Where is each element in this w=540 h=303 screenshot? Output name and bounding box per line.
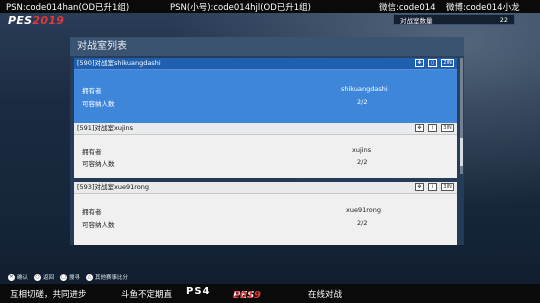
hint-other-scores[interactable]: △ 其他赛事比分 [86,273,128,281]
room-type-badge: 3IN [441,124,454,132]
capacity-value: 2/2 [357,158,368,166]
square-icon: □ [60,273,68,281]
room-list: [590]对战室shikuangdashi ✥ ▯ 2IN 拥有者 shikua… [74,58,457,245]
footer-online: 在线对战 [308,290,343,300]
room-count-value: 22 [499,15,508,24]
pes-logo: PES2019 [8,14,65,27]
capacity-value: 2/2 [357,98,368,106]
room-list-panel: 对战室列表 [590]对战室shikuangdashi ✥ ▯ 2IN 拥有者 … [70,37,464,245]
overlay-weibo: 微博:code014小龙 [446,3,520,13]
hint-confirm[interactable]: ✕ 确认 [8,273,28,281]
triangle-icon: △ [86,273,94,281]
room-count-box: 对战室数量 22 [393,14,515,25]
stream-overlay-top: PSN:code014han(OD已升1组) PSN(小号):code014hj… [0,0,540,13]
owner-label: 拥有者 [82,87,102,95]
capacity-value: 2/2 [357,219,368,227]
hint-back[interactable]: ○ 返回 [34,273,54,281]
info-icon: i [428,124,437,132]
footer-slogan: 互相切磋，共同进步 [10,290,87,300]
hint-search[interactable]: □ 搜寻 [60,273,80,281]
overlay-psn: PSN:code014han(OD已升1组) [6,3,130,13]
footer-live: 斗鱼不定期直 [121,290,173,300]
lock-icon: ▯ [428,59,437,67]
controller-icon: ✥ [415,124,424,132]
capacity-label: 可容纳人数 [82,221,115,229]
room-type-badge: 2IN [441,59,454,67]
circle-icon: ○ [34,273,42,281]
panel-title: 对战室列表 [70,37,464,56]
capacity-label: 可容纳人数 [82,100,115,108]
room-header: [593]对战室xue91rong ✥ i 3IN [74,182,457,194]
owner-value: xue91rong [346,206,381,214]
owner-value: xujins [352,146,372,154]
info-icon: i [428,183,437,191]
controller-hints: ✕ 确认 ○ 返回 □ 搜寻 △ 其他赛事比分 [8,273,128,281]
room-count-label: 对战室数量 [400,16,433,25]
room-card[interactable]: [591]对战室xujins ✥ i 3IN 拥有者 xujins 可容纳人数 … [74,123,457,178]
room-card[interactable]: [593]对战室xue91rong ✥ i 3IN 拥有者 xue91rong … [74,182,457,245]
owner-label: 拥有者 [82,208,102,216]
controller-icon: ✥ [415,183,424,191]
stream-overlay-bottom: 互相切磋，共同进步 斗鱼不定期直 PS4 PES 2019 在线对战 [0,284,540,303]
controller-icon: ✥ [415,59,424,67]
room-type-badge: 3IN [441,183,454,191]
owner-label: 拥有者 [82,148,102,156]
scrollbar-thumb[interactable] [460,138,463,166]
capacity-label: 可容纳人数 [82,160,115,168]
cross-icon: ✕ [8,273,15,281]
footer-ps4: PS4 [186,286,211,297]
room-header: [591]对战室xujins ✥ i 3IN [74,123,457,135]
room-card[interactable]: [590]对战室shikuangdashi ✥ ▯ 2IN 拥有者 shikua… [74,58,457,124]
overlay-wechat: 微信:code014 [379,3,436,13]
room-header: [590]对战室shikuangdashi ✥ ▯ 2IN [74,58,457,70]
owner-value: shikuangdashi [341,85,388,93]
overlay-psn-alt: PSN(小号):code014hjl(OD已升1组) [170,3,311,13]
